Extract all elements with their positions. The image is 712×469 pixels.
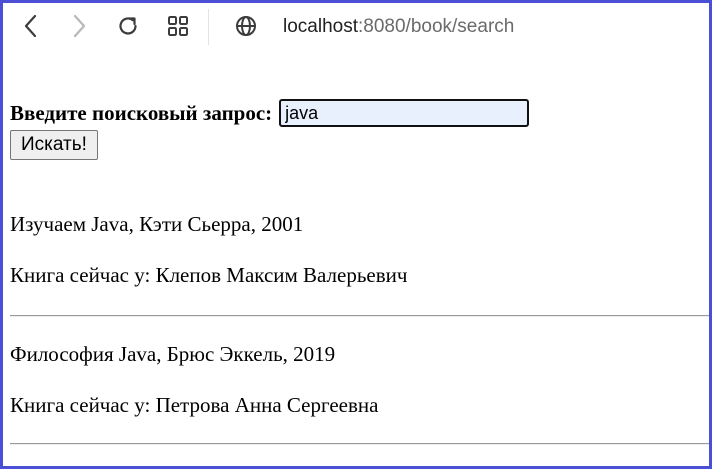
forward-button[interactable] xyxy=(64,11,94,41)
browser-toolbar: localhost:8080/book/search xyxy=(3,3,709,51)
toolbar-divider xyxy=(208,9,209,45)
search-button[interactable]: Искать! xyxy=(10,130,98,160)
divider xyxy=(10,443,709,445)
arrow-right-icon xyxy=(73,14,86,38)
search-input[interactable] xyxy=(279,99,530,127)
search-label: Введите поисковый запрос: xyxy=(10,100,273,125)
search-row: Введите поисковый запрос: xyxy=(10,97,530,129)
url-path: :8080/book/search xyxy=(358,16,515,37)
book-info: Философия Java, Брюс Эккель, 2019 xyxy=(10,342,336,366)
address-bar[interactable]: localhost:8080/book/search xyxy=(283,16,514,38)
reload-icon xyxy=(119,17,137,35)
tabs-button[interactable] xyxy=(163,11,193,41)
divider xyxy=(10,315,709,317)
globe-icon xyxy=(236,16,256,36)
book-holder: Книга сейчас у: Петрова Анна Сергеевна xyxy=(10,393,379,417)
grid-icon xyxy=(168,16,188,36)
book-info: Изучаем Java, Кэти Сьерра, 2001 xyxy=(10,212,304,236)
arrow-left-icon xyxy=(24,14,37,38)
site-info-button[interactable] xyxy=(231,11,261,41)
back-button[interactable] xyxy=(16,11,46,41)
browser-window: localhost:8080/book/search Введите поиск… xyxy=(3,3,709,466)
book-holder: Книга сейчас у: Клепов Максим Валерьевич xyxy=(10,263,408,287)
reload-button[interactable] xyxy=(113,11,143,41)
url-host: localhost xyxy=(283,16,358,37)
